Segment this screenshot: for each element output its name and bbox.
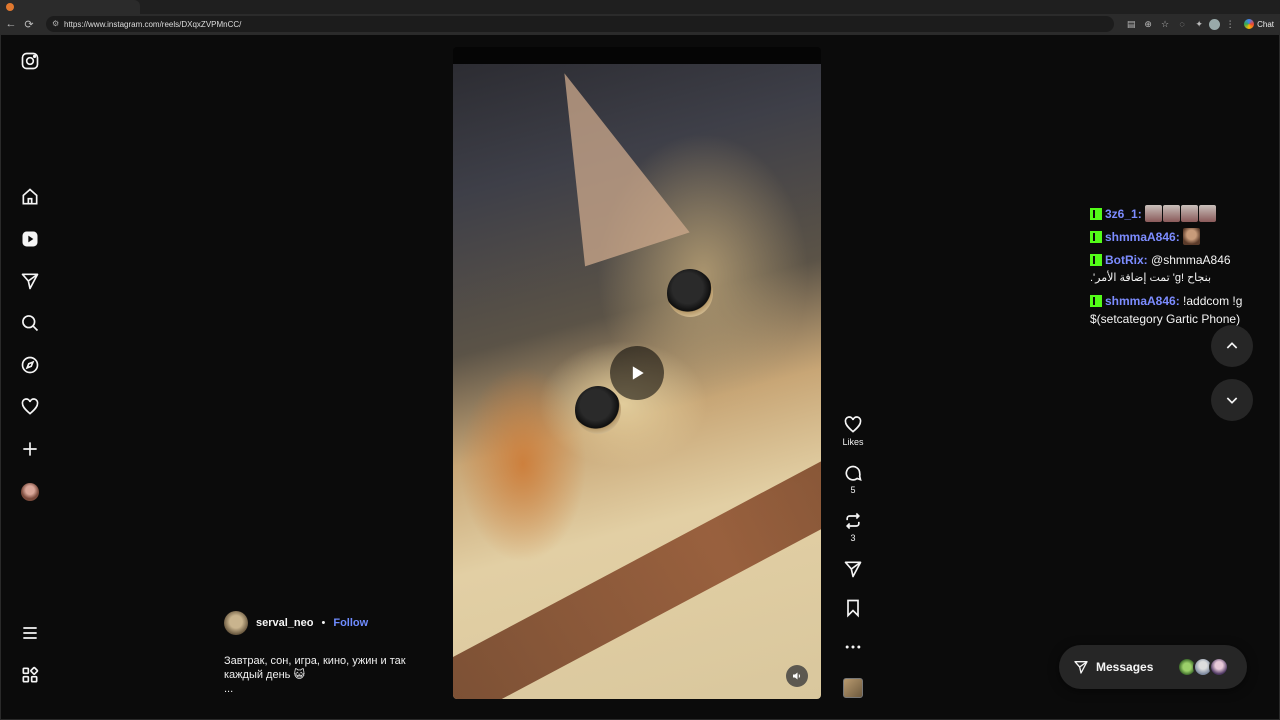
- author-row: serval_neo • Follow: [224, 611, 434, 635]
- chat-message: shmmaA846: !addcom !g $(setcategory Gart…: [1090, 292, 1260, 328]
- video-ear-shape: [526, 51, 690, 267]
- instagram-logo-icon[interactable]: [19, 50, 41, 72]
- audio-thumbnail[interactable]: [843, 678, 863, 698]
- chat-username: BotRix:: [1105, 253, 1148, 267]
- more-options-button[interactable]: [837, 637, 869, 657]
- comments-count: 5: [850, 485, 856, 495]
- reposts-count: 3: [850, 533, 856, 543]
- extensions-icon[interactable]: ◌: [1175, 17, 1189, 31]
- notifications-heart-icon[interactable]: [19, 396, 41, 418]
- bookmark-star-icon[interactable]: ☆: [1158, 17, 1172, 31]
- author-username[interactable]: serval_neo: [256, 617, 313, 629]
- chat-username: shmmaA846:: [1105, 294, 1180, 308]
- chat-label: Chat: [1257, 19, 1274, 29]
- chat-message: 3z6_1:: [1090, 205, 1260, 223]
- stream-chat-overlay: 3z6_1: shmmaA846: BotRix: @shmmaA846 بنج…: [1090, 205, 1260, 333]
- message-avatars: [1177, 657, 1229, 677]
- direct-message-icon[interactable]: [19, 270, 41, 292]
- messages-label: Messages: [1096, 660, 1154, 674]
- home-icon[interactable]: [19, 186, 41, 208]
- separator-dot: •: [321, 617, 326, 629]
- chevron-down-icon: [1226, 397, 1238, 404]
- chat-username: 3z6_1:: [1105, 207, 1142, 221]
- video-rug-stripe: [453, 425, 821, 699]
- chat-message: shmmaA846:: [1090, 228, 1260, 246]
- search-icon[interactable]: [19, 312, 41, 334]
- emote-image: [1145, 205, 1163, 222]
- tab-favicon-icon: [6, 3, 14, 11]
- chat-emotes: [1183, 228, 1201, 245]
- reel-video-player[interactable]: [453, 47, 821, 699]
- reels-icon[interactable]: [19, 228, 41, 250]
- emote-image: [1163, 205, 1181, 222]
- chevron-up-icon: [1226, 342, 1238, 349]
- repost-icon: [845, 512, 861, 530]
- more-apps-icon[interactable]: [19, 664, 41, 686]
- audio-toggle-button[interactable]: [786, 665, 808, 687]
- like-button[interactable]: Likes: [837, 415, 869, 447]
- reader-mode-icon[interactable]: ▤: [1124, 17, 1138, 31]
- chat-text: @shmmaA846: [1151, 253, 1231, 267]
- chat-button[interactable]: Chat: [1244, 19, 1274, 29]
- menu-hamburger-icon[interactable]: [19, 622, 41, 644]
- caption-more[interactable]: ...: [224, 682, 434, 696]
- extension-puzzle-icon[interactable]: ✦: [1192, 17, 1206, 31]
- next-reel-button[interactable]: [1211, 379, 1253, 421]
- toolbar-actions: ▤ ⊕ ☆ ◌ ✦ ⋮ Chat: [1124, 15, 1274, 33]
- save-button[interactable]: [837, 598, 869, 618]
- emote-image: [1181, 205, 1199, 222]
- play-button[interactable]: [610, 346, 664, 400]
- more-dots-icon: [845, 645, 861, 649]
- zoom-icon[interactable]: ⊕: [1141, 17, 1155, 31]
- speaker-icon: [793, 672, 800, 680]
- comment-button[interactable]: 5: [837, 463, 869, 495]
- url-text: https://www.instagram.com/reels/DXqxZVPM…: [64, 19, 242, 29]
- comment-bubble-icon: [845, 465, 862, 482]
- browser-profile-avatar[interactable]: [1209, 18, 1221, 30]
- caption-text: Завтрак, сон, игра, кино, ужин и так каж…: [224, 655, 406, 681]
- instagram-page: Likes 5 3 serval_neo • Follow Завтрак, с…: [0, 34, 1280, 720]
- follow-button[interactable]: Follow: [333, 617, 368, 629]
- sidebar-nav: [1, 35, 59, 720]
- emote-image: [1183, 228, 1201, 245]
- kick-badge-icon: [1090, 295, 1102, 307]
- chat-emotes: [1145, 205, 1217, 222]
- reload-icon[interactable]: ⟳: [20, 15, 38, 33]
- video-eye-shape: [575, 386, 621, 434]
- kick-badge-icon: [1090, 208, 1102, 220]
- explore-compass-icon[interactable]: [19, 354, 41, 376]
- share-send-icon: [844, 561, 862, 578]
- video-eye-shape: [667, 269, 713, 317]
- likes-label: Likes: [842, 437, 864, 447]
- browser-tab[interactable]: [0, 0, 140, 14]
- emote-image: [1199, 205, 1217, 222]
- chat-message: BotRix: @shmmaA846 بنجاح !g' تمت إضافة ا…: [1090, 251, 1260, 287]
- share-button[interactable]: [837, 559, 869, 579]
- direct-message-icon: [1074, 661, 1088, 674]
- author-avatar[interactable]: [224, 611, 248, 635]
- browser-menu-icon[interactable]: ⋮: [1223, 17, 1237, 31]
- kick-badge-icon: [1090, 254, 1102, 266]
- create-plus-icon[interactable]: [19, 438, 41, 460]
- messages-button[interactable]: Messages: [1059, 645, 1247, 689]
- browser-toolbar: ← ⟳ ⚙ https://www.instagram.com/reels/DX…: [0, 14, 1280, 34]
- chat-username: shmmaA846:: [1105, 230, 1180, 244]
- browser-tab-strip: [0, 0, 1280, 14]
- bookmark-icon: [847, 599, 859, 618]
- address-bar[interactable]: ⚙ https://www.instagram.com/reels/DXqxZV…: [46, 16, 1114, 32]
- play-icon: [632, 366, 644, 380]
- reel-caption: serval_neo • Follow Завтрак, сон, игра, …: [224, 611, 434, 696]
- heart-icon: [844, 416, 862, 433]
- repost-button[interactable]: 3: [837, 511, 869, 543]
- chat-text-arabic: بنجاح !g' تمت إضافة الأمر'.: [1090, 272, 1212, 284]
- profile-avatar[interactable]: [21, 483, 39, 501]
- previous-reel-button[interactable]: [1211, 325, 1253, 367]
- kick-badge-icon: [1090, 231, 1102, 243]
- message-avatar: [1209, 657, 1229, 677]
- back-icon[interactable]: ←: [2, 15, 20, 33]
- site-info-icon[interactable]: ⚙: [52, 20, 60, 28]
- gemini-icon: [1244, 19, 1255, 29]
